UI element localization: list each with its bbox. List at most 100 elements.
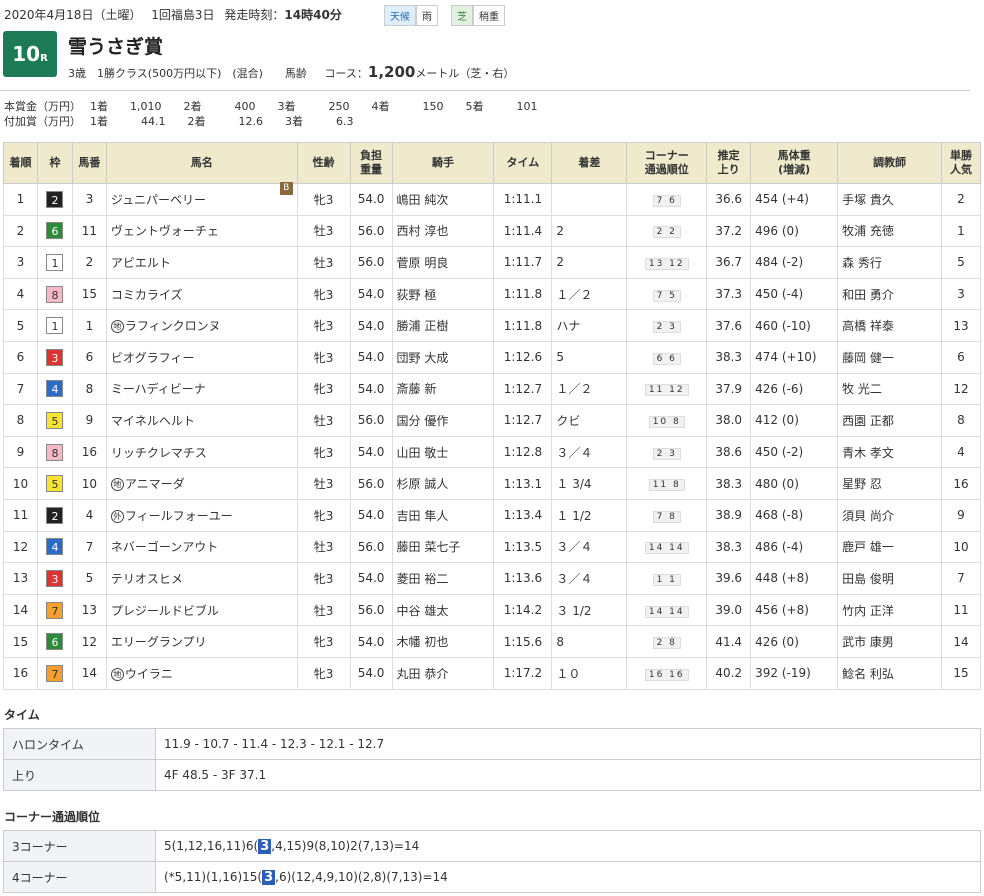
horse-name-link[interactable]: ビオグラフィー (111, 351, 195, 365)
cell-last3f: 38.9 (706, 498, 752, 532)
trainer-link[interactable]: 鹿戸 雄一 (842, 540, 894, 554)
jockey-link[interactable]: 丸田 恭介 (397, 667, 449, 681)
cell-margin: １／２ (551, 372, 628, 406)
horse-name-link[interactable]: ウイラニ (125, 667, 173, 681)
corner-positions: 1 1 (652, 573, 681, 586)
jockey-link[interactable]: 西村 淳也 (397, 224, 449, 238)
trainer-link[interactable]: 竹内 正洋 (842, 604, 894, 618)
horse-name-link[interactable]: ミーハディビーナ (111, 382, 206, 396)
trainer-link[interactable]: 武市 康男 (842, 635, 894, 649)
cell-horse-name: プレジールドビブル (105, 593, 298, 627)
trainer-link[interactable]: 鯰名 利弘 (842, 667, 894, 681)
body-weight: 474 (+10) (755, 350, 817, 365)
cell-margin: ３ 1/2 (551, 593, 628, 627)
horse-name-link[interactable]: リッチクレマチス (111, 446, 207, 460)
cell-time: 1:11.8 (493, 277, 553, 311)
horse-name-link[interactable]: プレジールドビブル (111, 604, 219, 618)
jockey-link[interactable]: 勝浦 正樹 (397, 319, 449, 333)
cell-pos: 13 (3, 562, 38, 595)
jockey-link[interactable]: 荻野 極 (397, 288, 437, 302)
jockey-link[interactable]: 団野 大成 (397, 351, 449, 365)
cell-pos: 14 (3, 593, 38, 627)
trainer-link[interactable]: 高橋 祥泰 (842, 319, 894, 333)
header-last3f: 推定 上り (706, 142, 752, 184)
cell-jockey: 吉田 隼人 (391, 498, 495, 532)
last-3f: 37.9 (715, 381, 743, 396)
trainer-link[interactable]: 手塚 貴久 (842, 193, 894, 207)
jockey-link[interactable]: 山田 敬士 (397, 446, 449, 460)
horse-name-link[interactable]: アビエルト (111, 256, 171, 270)
trainer-link[interactable]: 藤岡 健一 (842, 351, 894, 365)
cell-time: 1:14.2 (493, 593, 553, 627)
trainer-link[interactable]: 牧 光二 (842, 382, 882, 396)
corner-positions: 2 3 (652, 321, 681, 334)
frame-badge: 8 (46, 443, 64, 461)
jockey-link[interactable]: 菅原 明良 (397, 256, 449, 270)
horse-name-link[interactable]: コミカライズ (111, 288, 183, 302)
cell-horse-name: ネバーゴーンアウト (105, 530, 298, 564)
finish-time: 1:11.1 (503, 192, 543, 207)
cell-popularity: 12 (940, 372, 982, 406)
jockey-link[interactable]: 中谷 雄太 (397, 604, 449, 618)
jockey-link[interactable]: 国分 優作 (397, 414, 449, 428)
cell-margin: １０ (551, 656, 628, 690)
race-distance: 1,200 (367, 63, 416, 81)
cell-popularity: 11 (940, 593, 982, 627)
cell-margin: ３／４ (551, 530, 628, 564)
finish-margin: 8 (556, 634, 565, 649)
horse-name-link[interactable]: ヴェントヴォーチェ (111, 224, 219, 238)
horse-name-link[interactable]: テリオスヒメ (111, 572, 183, 586)
jockey-link[interactable]: 嶋田 純次 (397, 193, 449, 207)
finish-pos: 11 (12, 508, 29, 523)
jockey-link[interactable]: 藤田 菜七子 (397, 540, 461, 554)
trainer-link[interactable]: 田島 俊明 (842, 572, 894, 586)
horse-name-link[interactable]: マイネルヘルト (111, 414, 195, 428)
cell-corner: 2 2 (626, 214, 708, 248)
jockey-link[interactable]: 吉田 隼人 (397, 509, 449, 523)
jockey-link[interactable]: 杉原 誠人 (397, 477, 449, 491)
agari-times: 4F 48.5 - 3F 37.1 (155, 759, 981, 791)
trainer-link[interactable]: 星野 忍 (842, 477, 882, 491)
cell-corner: 7 5 (626, 277, 708, 311)
trainer-link[interactable]: 須貝 尚介 (842, 509, 894, 523)
body-weight: 460 (-10) (755, 318, 811, 333)
last-3f: 40.2 (715, 666, 743, 681)
finish-margin: １０ (556, 666, 581, 681)
jockey-link[interactable]: 木幡 初也 (397, 635, 449, 649)
cell-trainer: 田島 俊明 (837, 562, 942, 595)
trainer-link[interactable]: 牧浦 充徳 (842, 224, 894, 238)
cell-sex: 牝3 (296, 435, 351, 469)
cell-corner: 2 3 (626, 435, 708, 469)
weather-label: 天候 (384, 5, 416, 26)
cell-jockey: 丸田 恭介 (391, 656, 495, 690)
finish-pos: 15 (12, 634, 29, 649)
cell-pos: 10 (3, 467, 38, 500)
weight-carried: 56.0 (357, 476, 385, 491)
cell-last3f: 37.3 (706, 277, 752, 311)
trainer-link[interactable]: 森 秀行 (842, 256, 882, 270)
cell-sex: 牝3 (296, 498, 351, 532)
cell-num: 2 (71, 246, 107, 279)
trainer-link[interactable]: 青木 孝文 (842, 446, 894, 460)
corner4-row: 4コーナー (*5,11)(1,16)15(3,6)(12,4,9,10)(2,8… (3, 861, 981, 893)
cell-margin: １／２ (551, 277, 628, 311)
frame-badge: 3 (46, 569, 64, 587)
jockey-link[interactable]: 菱田 裕二 (397, 572, 449, 586)
win-popularity: 2 (957, 192, 965, 207)
horse-name-link[interactable]: ネバーゴーンアウト (111, 540, 218, 554)
cell-frame: 1 (36, 309, 73, 342)
body-weight: 426 (0) (755, 634, 799, 649)
trainer-link[interactable]: 西園 正都 (842, 414, 894, 428)
horse-name-link[interactable]: エリーグランプリ (111, 635, 207, 649)
jockey-link[interactable]: 斎藤 新 (397, 382, 437, 396)
trainer-link[interactable]: 和田 勇介 (842, 288, 894, 302)
horse-name-link[interactable]: ラフィンクロンヌ (125, 319, 221, 333)
horse-name-link[interactable]: ジュニパーベリー (111, 193, 206, 207)
track-value: 稍重 (473, 5, 505, 26)
horse-name-link[interactable]: アニマーダ (125, 477, 185, 491)
cell-margin: ３／４ (551, 562, 628, 595)
cell-time: 1:12.7 (493, 404, 553, 437)
race-number: 10 (12, 42, 41, 66)
cell-horse-name: アビエルト (105, 246, 298, 279)
horse-name-link[interactable]: フィールフォーユー (125, 509, 233, 523)
